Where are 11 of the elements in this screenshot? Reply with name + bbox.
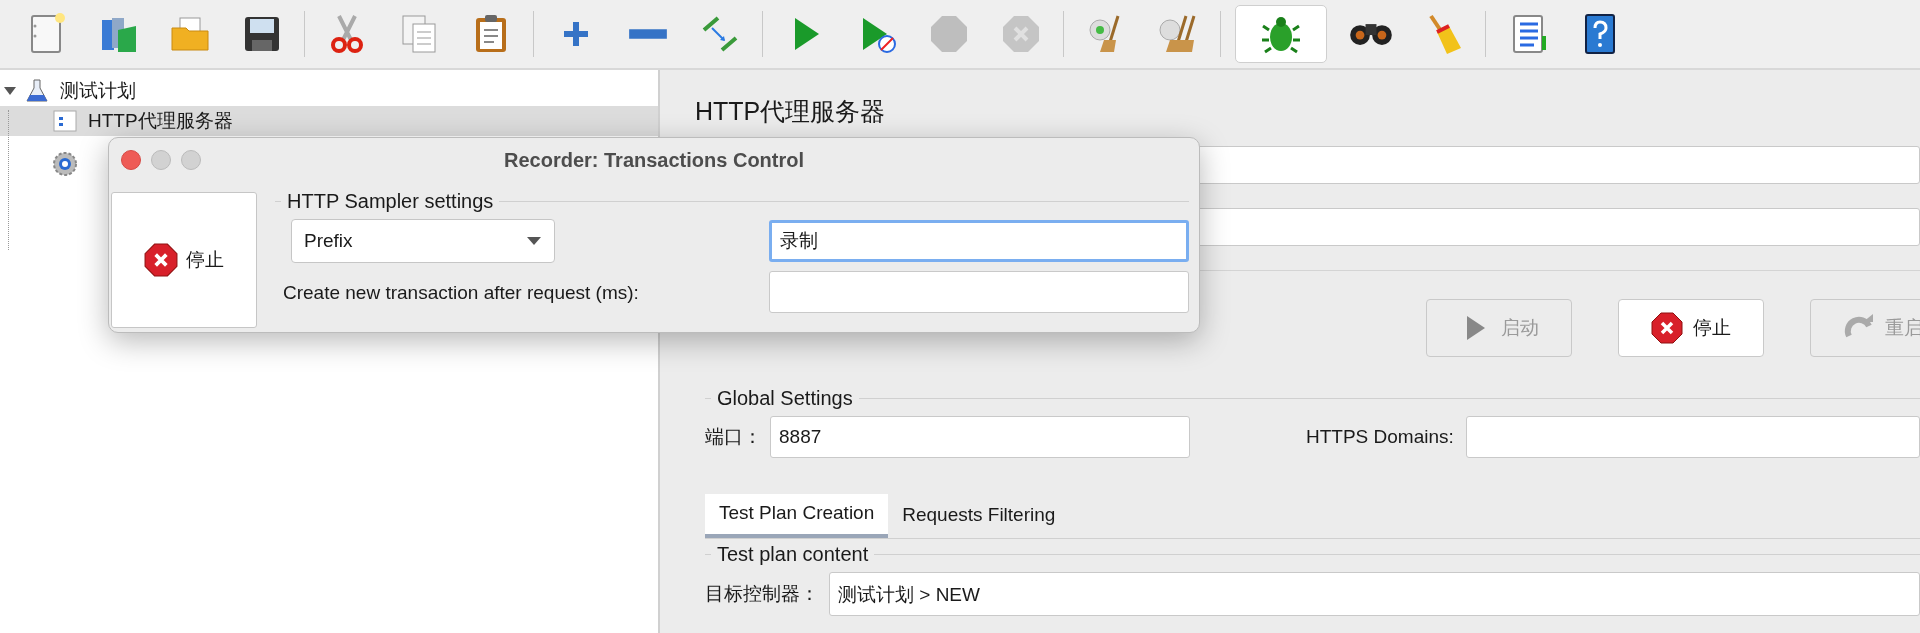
dialog-title: Recorder: Transactions Control xyxy=(503,148,805,171)
tree-label: HTTP代理服务器 xyxy=(88,109,233,133)
target-controller-label: 目标控制器： xyxy=(705,582,819,606)
panel-title: HTTP代理服务器 xyxy=(695,96,887,127)
https-domains-label: HTTPS Domains: xyxy=(1306,426,1454,448)
port-label: 端口： xyxy=(705,425,762,449)
transaction-delay-label: Create new transaction after request (ms): xyxy=(283,281,639,303)
section-title: Global Settings xyxy=(716,387,854,410)
tree-label: 测试计划 xyxy=(60,79,136,103)
section-title: Test plan content xyxy=(716,543,870,566)
section-title: HTTP Sampler settings xyxy=(286,190,495,213)
